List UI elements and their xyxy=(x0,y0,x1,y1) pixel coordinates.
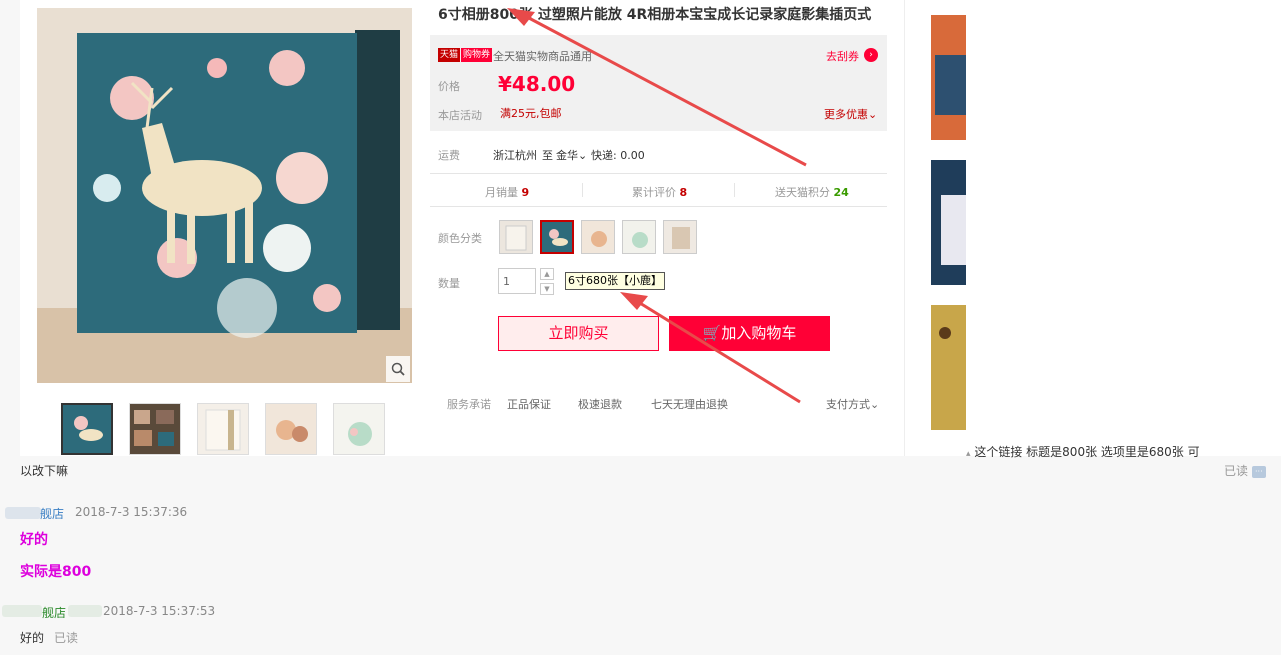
chat-message-1-tail: ▴ 这个链接 标题是800张 选项里是680张 可 xyxy=(966,445,1200,459)
chat-message-1-line2: 以改下嘛 xyxy=(20,464,69,478)
reply-2-read-status: 已读 xyxy=(54,631,79,645)
more-icon[interactable]: ··· xyxy=(1251,465,1266,478)
blurred-sender-name xyxy=(5,507,41,519)
reply-1-line-2: 实际是800 xyxy=(20,564,92,580)
blurred-sender-name xyxy=(68,605,102,617)
reply-1-line-1: 好的 xyxy=(20,532,48,548)
read-status-label: 已读 xyxy=(1224,464,1249,478)
annotation-arrows xyxy=(507,8,807,404)
reply-1-time: 2018-7-3 15:37:36 xyxy=(75,505,188,519)
reply-2-text: 好的 xyxy=(20,631,45,645)
read-status: 已读 ··· xyxy=(1224,462,1266,479)
reply-1-sender: 舰店 xyxy=(40,507,65,521)
reply-2-time: 2018-7-3 15:37:53 xyxy=(103,604,216,618)
blurred-sender-name xyxy=(2,605,42,617)
chat-message-text: 这个链接 标题是800张 选项里是680张 可 xyxy=(974,445,1200,459)
reply-2-sender: 舰店 xyxy=(42,606,67,620)
